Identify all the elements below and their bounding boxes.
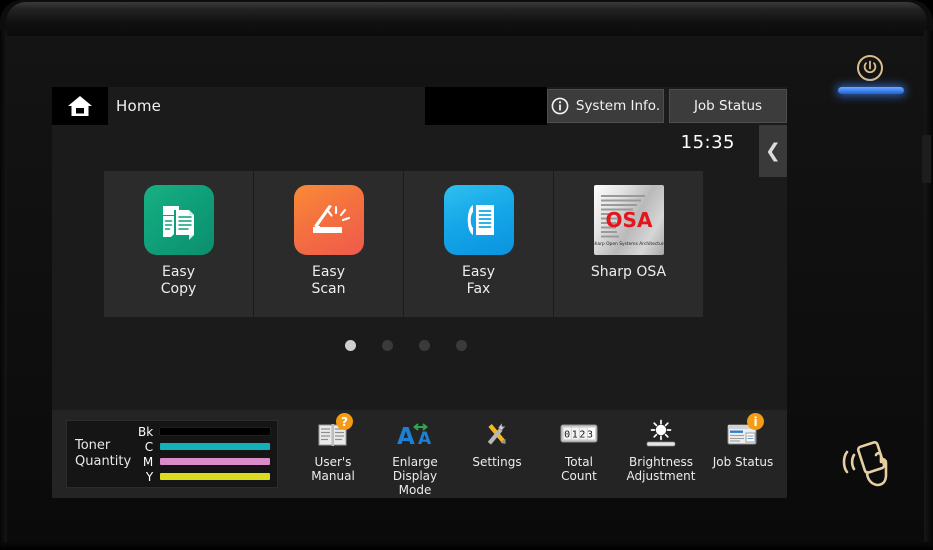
page-indicator [52,323,787,367]
job-window-icon: i [726,413,764,451]
toner-bar-c [160,443,271,450]
system-info-button[interactable]: System Info. [547,89,664,123]
tool-label: Total Count [561,455,597,483]
tool-users-manual[interactable]: ? User's Manual [292,413,374,483]
screen-header: Home System Info. Job Status [52,87,787,125]
page-dot[interactable] [418,339,430,351]
app-tile-sharp-osa[interactable]: OSA Sharp Open Systems Architecture Shar… [554,171,703,317]
tool-label: Settings [472,455,522,469]
tool-total-count[interactable]: 0123 Total Count [538,417,620,483]
chevron-left-icon[interactable]: ❮ [759,125,787,177]
page-dot[interactable] [381,339,393,351]
page-title: Home [116,97,162,115]
status-led [838,87,904,94]
bottom-toolbar: Toner Quantity Bk C M Y ? User's Manual … [52,410,787,498]
copy-icon [143,185,214,255]
info-circle-icon [551,97,569,115]
info-badge: i [747,413,764,430]
nfc-tap-icon[interactable] [836,432,900,492]
app-tile-label: Sharp OSA [590,264,667,280]
manual-book-icon: ? [317,413,353,451]
tool-settings[interactable]: Settings [456,417,538,469]
job-status-button[interactable]: Job Status [669,89,787,123]
system-info-label: System Info. [575,98,661,114]
device-right-edge [924,30,933,546]
toner-bar-bk [159,427,272,436]
tool-label: User's Manual [311,455,355,483]
svg-text:A: A [418,429,432,448]
printer-device-frame: Home System Info. Job Status 15:35 ❮ Eas… [0,0,933,550]
toner-key: C [144,439,154,454]
app-tile-label: Easy Copy [160,264,197,297]
message-strip [425,87,547,125]
toner-row: Y [131,469,271,484]
app-tile-easy-scan[interactable]: Easy Scan [254,171,403,317]
device-right-notch [922,135,931,183]
power-icon[interactable] [857,55,883,81]
clock-display: 15:35 [680,132,735,153]
touch-screen: Home System Info. Job Status 15:35 ❮ Eas… [52,87,787,498]
toner-bars: Bk C M Y [131,424,272,484]
app-tile-row: Easy Copy Easy Scan Easy Fax OSA Sharp O… [104,171,703,317]
enlarge-text-icon: A A [396,417,434,451]
tools-icon [481,417,513,451]
osa-logo-subtext: Sharp Open Systems Architecture [594,241,664,247]
tool-label: Enlarge Display Mode [392,455,438,497]
app-tile-label: Easy Fax [461,264,495,297]
sharp-osa-logo: OSA Sharp Open Systems Architecture [593,185,664,255]
counter-digits: 0123 [564,430,594,441]
toner-key: Y [145,469,154,484]
device-top-edge [6,2,927,36]
tool-label: Job Status [712,455,774,469]
brightness-icon [643,417,679,451]
counter-icon: 0123 [559,417,599,451]
tool-brightness-adjustment[interactable]: Brightness Adjustment [620,417,702,483]
toner-row: C [131,439,271,454]
job-status-label: Job Status [693,98,763,114]
toner-row: Bk [131,424,272,439]
app-tile-label: Easy Scan [311,264,346,297]
toner-key: M [142,454,154,469]
toner-bar-y [160,473,271,480]
page-dot[interactable] [455,339,467,351]
toner-row: M [131,454,271,469]
fax-icon [443,185,514,255]
page-dot[interactable] [344,339,356,351]
tool-buttons: ? User's Manual A A Enlarge Display Mode… [278,411,787,497]
help-badge: ? [336,413,353,430]
home-icon[interactable] [52,87,108,125]
osa-logo-text: OSA [605,208,652,232]
tool-label: Brightness Adjustment [626,455,696,483]
power-area [838,55,908,101]
tool-enlarge-display-mode[interactable]: A A Enlarge Display Mode [374,417,456,497]
toner-quantity-label: Toner Quantity [75,438,132,469]
svg-text:A: A [397,424,415,448]
toner-quantity-panel[interactable]: Toner Quantity Bk C M Y [66,420,278,488]
toner-key: Bk [138,424,154,439]
device-bottom-edge [0,542,933,550]
scanner-icon [293,185,364,255]
clock-row: 15:35 ❮ [52,125,787,177]
tool-job-status[interactable]: i Job Status [702,413,784,469]
app-tile-easy-fax[interactable]: Easy Fax [404,171,553,317]
app-tile-easy-copy[interactable]: Easy Copy [104,171,253,317]
device-left-edge [0,30,7,546]
toner-bar-m [160,458,271,465]
app-tile-area: Easy Copy Easy Scan Easy Fax OSA Sharp O… [52,171,787,323]
